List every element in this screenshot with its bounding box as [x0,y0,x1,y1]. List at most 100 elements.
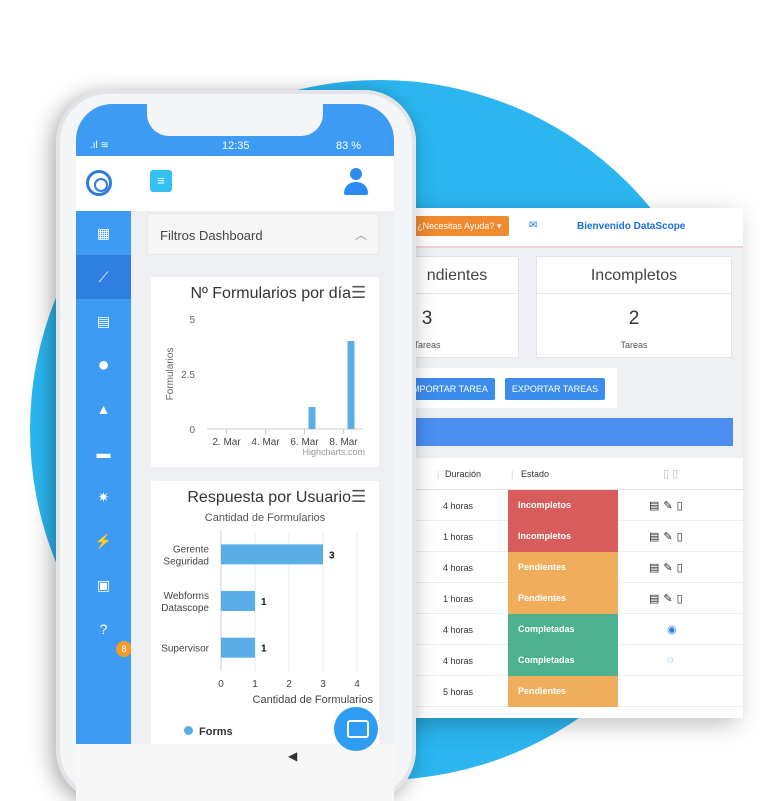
mail-icon[interactable]: ✉ [529,220,537,231]
category-label: Seguridad [163,556,209,567]
import-task-button[interactable]: MPORTAR TAREA [405,378,495,400]
row-actions[interactable]: ▤✎▯ [649,592,687,605]
status-badge: Pendientes [508,552,618,583]
phone-notch [147,104,323,136]
help-button[interactable]: ¿Necesitas Ayuda? ▾ [413,216,509,236]
edit-icon[interactable]: ✎ [663,562,676,574]
phone-home-bar [76,744,394,801]
card-label: Tareas [620,340,648,350]
desktop-content: ndientes 3 Tareas Incompletos 2 Tareas M… [405,248,743,718]
section-header-bar [405,418,733,446]
user-icon[interactable] [344,168,368,196]
location-pin-icon[interactable]: ● [76,343,131,387]
table-row[interactable]: 5 horas Pendientes [405,676,743,707]
bar [221,544,323,565]
bar [308,407,316,429]
status-badge: Incompletos [508,490,618,521]
cell-duracion: 4 horas [443,501,474,511]
chat-button[interactable] [334,707,378,751]
bar [221,637,255,658]
data-label: 1 [261,644,267,655]
view-icon[interactable]: ◉ [667,623,681,636]
card-title: ndientes [426,267,488,284]
gift-icon[interactable]: ▣ [76,563,131,607]
chevron-up-icon[interactable]: ︿ [355,226,367,243]
edit-icon[interactable]: ✎ [663,531,676,543]
status-badge: Incompletos [508,521,618,552]
edit-icon[interactable]: ✎ [663,593,676,605]
cell-duracion: 1 horas [443,594,474,604]
chart-forms-per-day: Nº Formularios por día ☰ 0 2.5 5 2. Mar 4. M… [151,277,379,467]
desktop-dashboard: ¿Necesitas Ayuda? ▾ ✉ Bienvenido DataSco… [405,208,743,718]
card-label: Tareas [413,340,441,350]
phone-screen: .ıl ≋ 12:35 83 % ≡ ▦ ⟋ ▤ ● ▲ ▬ ✷ ⚡ ▣ ? 8… [76,104,394,801]
print-icon[interactable]: ▤ [649,593,663,605]
table-row[interactable]: 4 horas Pendientes ▤✎▯ [405,552,743,583]
card-value: 2 [628,308,640,329]
filter-panel[interactable]: Filtros Dashboard ︿ [147,213,379,255]
app-bar: ≡ [76,156,394,211]
plug-icon[interactable]: ⚡ [76,519,131,563]
cell-duracion: 4 horas [443,625,474,635]
cell-duracion: 4 horas [443,656,474,666]
table-row[interactable]: 4 horas Completadas ◌ [405,645,743,676]
menu-icon[interactable]: ≡ [150,170,172,192]
edit-icon[interactable]: ✎ [663,500,676,512]
chart-line-icon[interactable]: ⟋ [76,255,131,299]
header-duracion: Duración [445,469,482,479]
status-badge: Completadas [508,614,618,645]
grid-icon[interactable]: ▦ [76,211,131,255]
trash-icon[interactable]: ▯ [677,531,687,543]
status-badge: Pendientes [508,676,618,707]
y-tick-label: 2.5 [181,370,195,381]
table-header: | Duración | Estado ▯ ▯ [405,458,743,490]
signal-wifi-icon: .ıl ≋ [90,140,109,151]
calendar-icon[interactable]: ▤ [76,299,131,343]
back-icon[interactable]: ◀ [288,749,297,763]
archive-icon[interactable]: ▬ [76,431,131,475]
datascope-logo-icon[interactable] [86,170,112,196]
sidebar: ▦ ⟋ ▤ ● ▲ ▬ ✷ ⚡ ▣ ? 8 [76,211,132,801]
card-title: Incompletos [590,267,678,284]
view-icon[interactable]: ◌ [667,654,678,666]
trash-icon[interactable]: ▯ [677,562,687,574]
table-row[interactable]: 1 horas Incompletos ▤✎▯ [405,521,743,552]
chart-legend[interactable]: Forms [184,726,233,738]
category-label: Gerente [173,544,210,555]
print-icon[interactable]: ▤ [649,562,663,574]
export-tasks-button[interactable]: EXPORTAR TAREAS [505,378,605,400]
desktop-topbar: ¿Necesitas Ayuda? ▾ ✉ Bienvenido DataSco… [405,208,743,248]
legend-dot [184,726,193,735]
battery-level: 83 % [336,140,362,152]
x-tick-label: 1 [252,679,258,690]
table-row[interactable]: 1 horas Pendientes ▤✎▯ [405,583,743,614]
trash-icon[interactable]: ▯ [677,500,687,512]
category-label: Supervisor [161,644,209,655]
row-actions[interactable]: ▤✎▯ [649,530,687,543]
print-icon[interactable]: ▤ [649,531,663,543]
cell-duracion: 4 horas [443,563,474,573]
x-tick-label: 4 [354,679,360,690]
card-value: 3 [421,308,433,329]
table-row[interactable]: 4 horas Incompletos ▤✎▯ [405,490,743,521]
category-label: Datascope [161,603,209,614]
header-estado: Estado [521,469,550,479]
x-tick-label: 2. Mar [212,437,241,448]
column-divider: | [437,469,440,479]
print-icon[interactable]: ▤ [649,500,663,512]
trash-icon[interactable]: ▯ [677,593,687,605]
row-actions[interactable]: ▤✎▯ [649,499,687,512]
row-actions[interactable]: ▤✎▯ [649,561,687,574]
x-tick-label: 2 [286,679,292,690]
y-axis-label: Formularios [165,348,176,401]
status-time: 12:35 [222,140,250,152]
stage: ¿Necesitas Ayuda? ▾ ✉ Bienvenido DataSco… [0,0,768,801]
x-axis-label: Cantidad de Formularios [253,694,374,706]
watermark: Highcharts.com [302,447,365,457]
category-label: Webforms [164,591,209,602]
data-label: 1 [261,597,267,608]
alert-icon[interactable]: ▲ [76,387,131,431]
gear-icon[interactable]: ✷ [76,475,131,519]
x-tick-label: 3 [320,679,326,690]
table-row[interactable]: 4 horas Completadas ◉ [405,614,743,645]
